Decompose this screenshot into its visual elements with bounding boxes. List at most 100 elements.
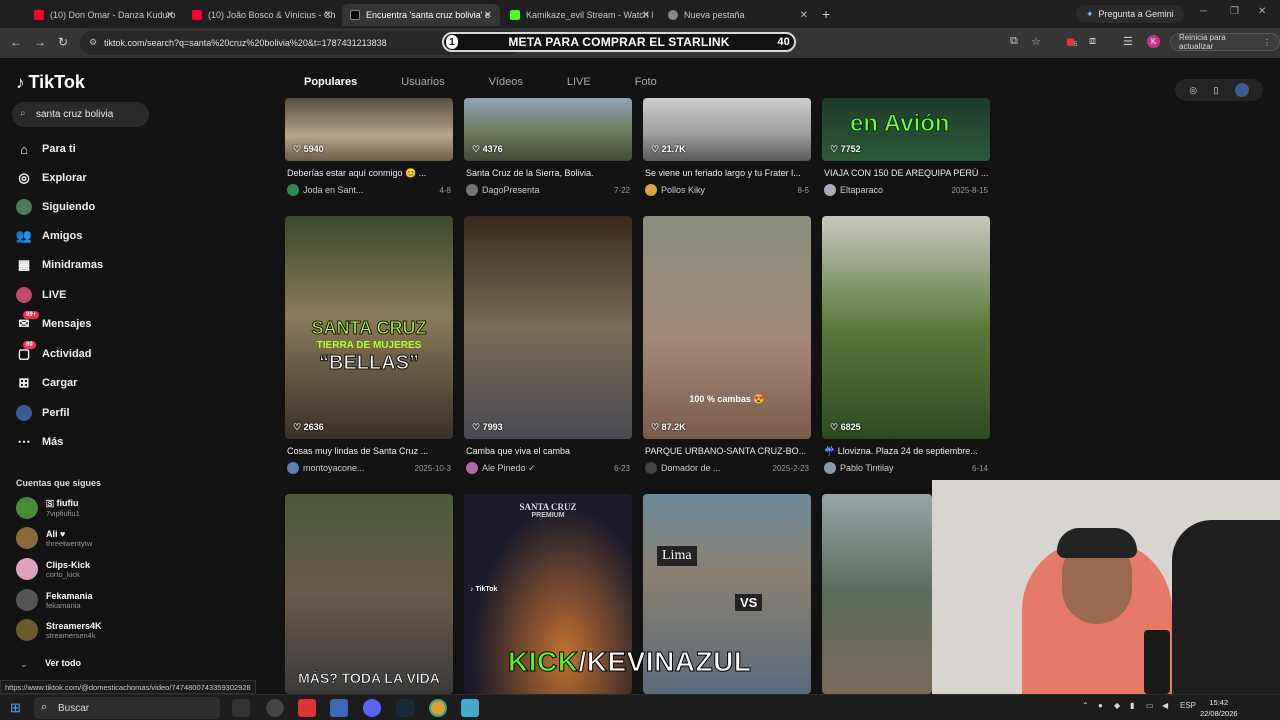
chrome-icon[interactable]: [429, 699, 447, 717]
nav-actividad[interactable]: ▢ 89 Actividad: [16, 341, 92, 365]
reload-icon[interactable]: ↻: [58, 35, 68, 49]
video-caption[interactable]: Cosas muy lindas de Santa Cruz ...: [287, 446, 453, 456]
tiktok-logo[interactable]: ♪ TikTok: [16, 72, 85, 93]
phone-icon[interactable]: ▯: [1213, 85, 1218, 96]
video-author[interactable]: montoyacone... 2025-10-3: [287, 462, 453, 474]
see-all-link[interactable]: Ver todo: [45, 658, 81, 668]
close-icon[interactable]: ✕: [800, 10, 808, 21]
tray-app-icon[interactable]: ▮: [1130, 701, 1134, 710]
browser-tab-4[interactable]: Kamikaze_evil Stream - Watch l ✕: [502, 4, 658, 26]
video-thumbnail[interactable]: ♡ 21.7K: [643, 98, 811, 161]
nav-perfil[interactable]: Perfil: [16, 402, 70, 424]
close-icon[interactable]: ✕: [642, 10, 650, 21]
browser-tab-5[interactable]: Nueva pestaña ✕: [660, 4, 816, 26]
following-account[interactable]: Streamers4K streamersen4k: [16, 618, 102, 642]
app-icon[interactable]: [298, 699, 316, 717]
tray-app-icon[interactable]: ◆: [1114, 701, 1120, 710]
close-icon[interactable]: ✕: [324, 10, 332, 21]
browser-tab-1[interactable]: (10) Don Omar - Danza Kuduro ✕: [26, 4, 182, 26]
tab-videos[interactable]: Vídeos: [489, 76, 523, 88]
close-icon[interactable]: ✕: [484, 10, 492, 21]
cast-icon[interactable]: ⧉: [1010, 35, 1018, 48]
new-tab-button[interactable]: +: [822, 6, 830, 22]
reading-list-icon[interactable]: ☰: [1123, 35, 1133, 48]
nav-amigos[interactable]: 👥 Amigos: [16, 225, 82, 247]
video-thumbnail[interactable]: MÁS? TODA LA VIDA: [285, 494, 453, 694]
video-thumbnail[interactable]: ♡ 5940: [285, 98, 453, 161]
close-icon[interactable]: ✕: [166, 10, 174, 21]
steam-icon[interactable]: [396, 699, 414, 717]
nav-minidramas[interactable]: ▦ Minidramas: [16, 254, 103, 276]
video-author[interactable]: Ale Pinedo ✓ 6-23: [466, 462, 632, 474]
video-thumbnail[interactable]: ♡ 4376: [464, 98, 632, 161]
tray-chevron-icon[interactable]: ⌃: [1082, 701, 1089, 710]
network-icon[interactable]: ▭: [1146, 701, 1154, 710]
video-author[interactable]: Joda en Sant... 4-8: [287, 184, 453, 196]
nav-mas[interactable]: ⋯ Más: [16, 431, 64, 453]
video-author[interactable]: Domador de ... 2025-2-23: [645, 462, 811, 474]
update-button[interactable]: Reinicia para actualizar ⋮: [1170, 33, 1280, 51]
obs-icon[interactable]: [266, 699, 284, 717]
clock[interactable]: 15:42 22/08/2026: [1200, 697, 1238, 719]
kick-prefix: KICK: [507, 646, 579, 678]
nav-cargar[interactable]: ⊞ Cargar: [16, 372, 78, 394]
compass-icon[interactable]: ◎: [1189, 85, 1197, 96]
language-indicator[interactable]: ESP: [1180, 701, 1196, 710]
video-thumbnail[interactable]: [822, 494, 932, 694]
gemini-button[interactable]: ✦ Pregunta a Gemini: [1076, 5, 1184, 23]
tray-app-icon[interactable]: ●: [1098, 701, 1103, 710]
video-date: 4-8: [439, 185, 451, 195]
tab-live[interactable]: LIVE: [567, 76, 591, 88]
window-close-icon[interactable]: ✕: [1258, 6, 1266, 17]
video-thumbnail[interactable]: ♡ 7993: [464, 216, 632, 439]
nav-para-ti[interactable]: ⌂ Para ti: [16, 138, 76, 160]
extensions-puzzle-icon[interactable]: ⧈: [1089, 35, 1096, 48]
video-caption[interactable]: Santa Cruz de la Sierra, Bolivia.: [466, 168, 632, 178]
video-caption[interactable]: Se viene un feriado largo y tu Frater l.…: [645, 168, 811, 178]
bookmark-star-icon[interactable]: ☆: [1031, 35, 1041, 48]
nav-mensajes[interactable]: ✉ 99+ Mensajes: [16, 311, 92, 335]
following-avatar-icon: [16, 199, 32, 215]
following-account[interactable]: 🇸 fiufiu 7vipfiufiu1: [16, 496, 80, 520]
activity-badge: 89: [23, 341, 36, 349]
calculator-icon[interactable]: [330, 699, 348, 717]
video-thumbnail[interactable]: SANTA CRUZ TIERRA DE MUJERES “BELLAS” ♡ …: [285, 216, 453, 439]
following-account[interactable]: Clips-Kick corto_kick: [16, 557, 90, 581]
video-author[interactable]: Pablo Tintilay 6-14: [824, 462, 990, 474]
browser-tab-2[interactable]: (10) João Bosco & Vinícius - Ch ✕: [184, 4, 340, 26]
video-thumbnail[interactable]: 100 % cambas 😍 ♡ 87.2K: [643, 216, 811, 439]
task-view-icon[interactable]: [232, 699, 250, 717]
minimize-icon[interactable]: ─: [1200, 6, 1207, 17]
search-input[interactable]: ⌕ santa cruz bolivia: [12, 102, 149, 127]
volume-icon[interactable]: ◀: [1162, 701, 1168, 710]
browser-tab-3[interactable]: Encuentra 'santa cruz bolivia' e ✕: [342, 4, 500, 26]
video-thumbnail[interactable]: ♡ 6825: [822, 216, 990, 439]
profile-icon[interactable]: [1234, 83, 1249, 97]
back-icon[interactable]: ←: [10, 35, 22, 49]
video-author[interactable]: Eltaparaco 2025-8-15: [824, 184, 990, 196]
tab-populares[interactable]: Populares: [304, 76, 357, 88]
following-account[interactable]: Ali ♥ threetwentytw: [16, 526, 92, 550]
tab-foto[interactable]: Foto: [635, 76, 657, 88]
site-info-icon[interactable]: ⚙: [89, 37, 97, 48]
video-author[interactable]: DagoPresenta 7-22: [466, 184, 632, 196]
video-author[interactable]: Pollos Kiky 8-5: [645, 184, 811, 196]
discord-icon[interactable]: [363, 699, 381, 717]
video-caption[interactable]: ☔ Llovizna. Plaza 24 de septiembre...: [824, 446, 990, 457]
windows-start-icon[interactable]: ⊞: [10, 700, 21, 716]
following-account[interactable]: Fekamania fekamania: [16, 588, 93, 612]
tab-usuarios[interactable]: Usuarios: [401, 76, 444, 88]
maximize-icon[interactable]: ❐: [1230, 6, 1239, 17]
nav-explorar[interactable]: ◎ Explorar: [16, 167, 86, 189]
profile-avatar[interactable]: K: [1147, 35, 1160, 48]
video-thumbnail[interactable]: en Avión ♡ 7752: [822, 98, 990, 161]
video-caption[interactable]: VIAJA CON 150 DE AREQUIPA PERÚ ...: [824, 168, 990, 178]
nav-live[interactable]: LIVE: [16, 284, 66, 306]
video-caption[interactable]: Camba que viva el camba: [466, 446, 632, 456]
video-caption[interactable]: Deberías estar aquí conmigo 😊 ...: [287, 168, 453, 179]
taskbar-search[interactable]: ⌕ Buscar: [34, 697, 220, 719]
forward-icon[interactable]: →: [34, 35, 46, 49]
video-caption[interactable]: PARQUE URBANO-SANTA CRUZ-BO...: [645, 446, 811, 456]
nav-siguiendo[interactable]: Siguiendo: [16, 196, 95, 218]
notepad-icon[interactable]: [461, 699, 479, 717]
